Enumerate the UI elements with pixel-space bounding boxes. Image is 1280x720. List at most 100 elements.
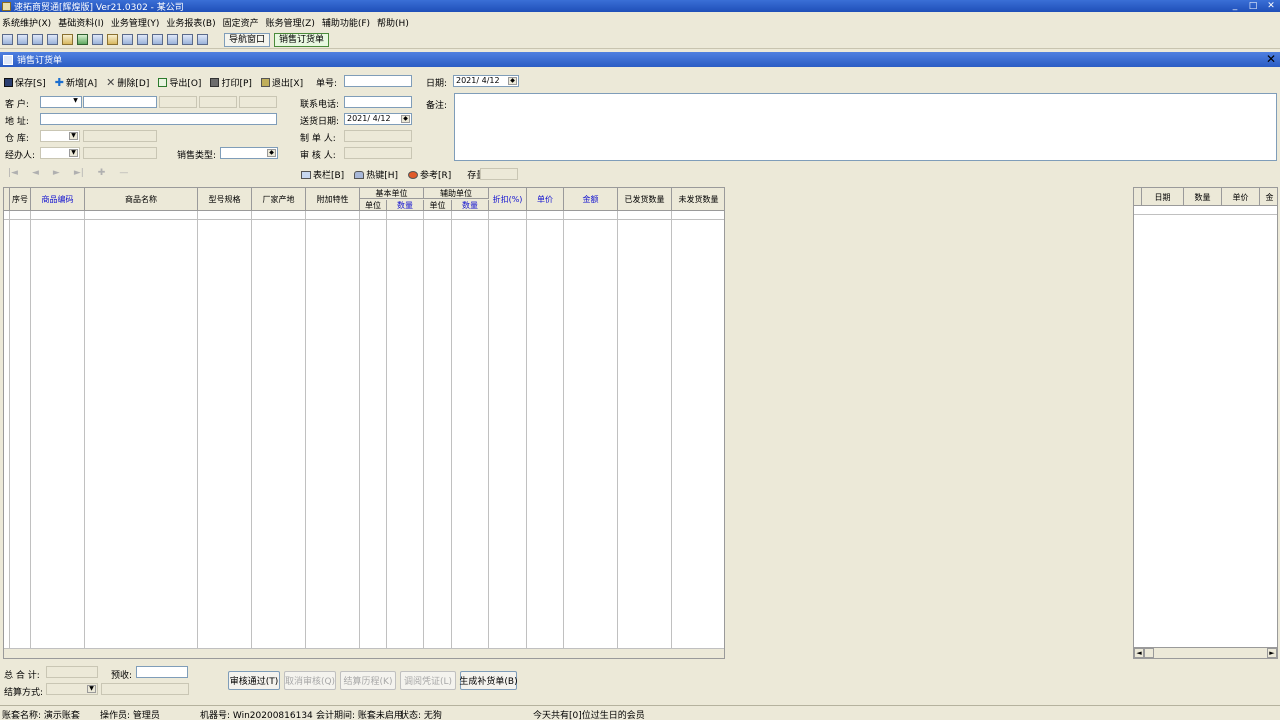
menu-tools[interactable]: 辅助功能(F)	[322, 16, 370, 29]
menu-reports[interactable]: 业务报表(B)	[166, 16, 215, 29]
history-hscrollbar[interactable]: ◄ ►	[1134, 647, 1277, 658]
report-icon[interactable]	[62, 34, 73, 45]
sales-type-select[interactable]: ◆	[220, 147, 278, 159]
refresh-icon[interactable]	[77, 34, 88, 45]
customer-select[interactable]: ▼	[40, 96, 82, 108]
cancel-approve-button[interactable]: 取消审核(Q)	[284, 671, 336, 690]
hotkey-button[interactable]: 热键[H]	[354, 168, 398, 181]
exit-icon	[260, 77, 270, 87]
delete-button[interactable]: ✕ 删除[D]	[106, 76, 149, 89]
minimize-icon[interactable]: _	[1228, 1, 1242, 11]
remark-textarea[interactable]	[454, 93, 1277, 161]
chevron-down-icon[interactable]: ▼	[87, 685, 96, 693]
first-record-icon[interactable]: |◄	[8, 168, 18, 178]
col-aux-unit[interactable]: 单位	[424, 200, 452, 211]
list-icon[interactable]	[17, 34, 28, 45]
order-no-field[interactable]	[344, 75, 412, 87]
last-record-icon[interactable]: ►|	[74, 168, 84, 178]
history-col-date[interactable]: 日期	[1142, 188, 1184, 206]
settle-detail	[101, 683, 189, 695]
menu-help[interactable]: 帮助(H)	[377, 16, 409, 29]
settle-select[interactable]: ▼	[46, 683, 98, 695]
delete-row-icon[interactable]: —	[119, 168, 128, 178]
scroll-right-icon[interactable]: ►	[1267, 648, 1277, 658]
settle-history-button[interactable]: 结算历程(K)	[340, 671, 396, 690]
prepay-field[interactable]	[136, 666, 188, 678]
address-label: 地 址:	[5, 117, 29, 127]
col-origin[interactable]: 厂家产地	[252, 188, 306, 211]
date-picker[interactable]: 2021/ 4/12 ◆	[453, 75, 519, 87]
history-col-qty[interactable]: 数量	[1184, 188, 1222, 206]
menu-system[interactable]: 系统维护(X)	[2, 16, 51, 29]
user-icon[interactable]	[92, 34, 103, 45]
col-qty[interactable]: 数量	[387, 200, 424, 211]
maximize-icon[interactable]: □	[1246, 1, 1260, 11]
col-spec[interactable]: 型号规格	[198, 188, 252, 211]
transfer-icon[interactable]	[107, 34, 118, 45]
approve-button[interactable]: 审核通过(T)	[228, 671, 280, 690]
menu-fixed-assets[interactable]: 固定资产	[223, 16, 259, 29]
history-col-amount[interactable]: 金	[1260, 188, 1277, 206]
col-code[interactable]: 商品编码	[31, 188, 85, 211]
exit-door-icon[interactable]	[197, 34, 208, 45]
col-price[interactable]: 单价	[527, 188, 564, 211]
col-unit[interactable]: 单位	[360, 200, 387, 211]
remark-label: 备注:	[426, 101, 448, 111]
columns-button[interactable]: 表栏[B]	[301, 168, 344, 181]
order-lines-grid[interactable]: 序号 商品编码 商品名称 型号规格 厂家产地 附加特性 基本单位 单位 数量 辅…	[3, 187, 725, 659]
chevron-down-icon[interactable]: ▼	[69, 132, 78, 140]
menu-basic-data[interactable]: 基础资料(I)	[58, 16, 104, 29]
col-amount[interactable]: 金额	[564, 188, 618, 211]
scroll-left-icon[interactable]: ◄	[1134, 648, 1144, 658]
chevron-down-icon[interactable]: ◆	[267, 149, 276, 157]
date-spin-icon[interactable]: ◆	[401, 115, 410, 123]
phone-field[interactable]	[344, 96, 412, 108]
exit-button[interactable]: 退出[X]	[260, 76, 303, 89]
next-record-icon[interactable]: ►	[53, 168, 60, 178]
menu-business[interactable]: 业务管理(Y)	[111, 16, 160, 29]
col-seq[interactable]: 序号	[10, 188, 31, 211]
monitor-icon[interactable]	[47, 34, 58, 45]
col-extra[interactable]: 附加特性	[306, 188, 360, 211]
menu-accounts[interactable]: 账务管理(Z)	[266, 16, 315, 29]
insert-row-icon[interactable]: ✚	[98, 168, 106, 178]
print-button[interactable]: 打印[P]	[210, 76, 252, 89]
col-unshipped[interactable]: 未发货数量	[672, 188, 724, 211]
tab-navigation[interactable]: 导航窗口	[224, 32, 271, 47]
help-icon[interactable]	[182, 34, 193, 45]
scroll-thumb[interactable]	[1144, 648, 1154, 658]
col-shipped[interactable]: 已发货数量	[618, 188, 672, 211]
close-icon[interactable]: ✕	[1264, 1, 1278, 11]
address-field[interactable]	[40, 113, 277, 125]
col-name[interactable]: 商品名称	[85, 188, 198, 211]
prev-record-icon[interactable]: ◄	[32, 168, 39, 178]
export-button[interactable]: 导出[O]	[158, 76, 201, 89]
chevron-down-icon[interactable]: ▼	[71, 98, 80, 106]
delivery-date-picker[interactable]: 2021/ 4/12 ◆	[344, 113, 412, 125]
date-spin-icon[interactable]: ◆	[508, 77, 517, 85]
col-aux-qty[interactable]: 数量	[452, 200, 489, 211]
child-close-icon[interactable]: ✕	[1266, 52, 1276, 66]
reference-button[interactable]: 参考[R]	[408, 168, 451, 181]
settings-icon[interactable]	[122, 34, 133, 45]
save-disk-icon[interactable]	[152, 34, 163, 45]
save-button[interactable]: 保存[S]	[4, 76, 46, 89]
customer-name-field[interactable]	[83, 96, 157, 108]
date-label: 日期:	[426, 79, 448, 89]
generate-replenish-button[interactable]: 生成补货单(B)	[459, 671, 518, 690]
delivery-date-value: 2021/ 4/12	[347, 114, 391, 123]
view-voucher-button[interactable]: 调阅凭证(L)	[400, 671, 456, 690]
window-icon[interactable]	[2, 34, 13, 45]
card-icon[interactable]	[137, 34, 148, 45]
history-grid[interactable]: 日期 数量 单价 金 ◄ ►	[1133, 187, 1278, 659]
warehouse-select[interactable]: ▼	[40, 130, 80, 142]
col-discount[interactable]: 折扣(%)	[489, 188, 527, 211]
tab-sales-order[interactable]: 销售订货单	[274, 32, 330, 47]
export-label: 导出[O]	[169, 78, 202, 89]
document-icon[interactable]	[32, 34, 43, 45]
handler-select[interactable]: ▼	[40, 147, 80, 159]
printer-icon[interactable]	[167, 34, 178, 45]
add-button[interactable]: ✚ 新增[A]	[55, 76, 97, 89]
chevron-down-icon[interactable]: ▼	[69, 149, 78, 157]
history-col-price[interactable]: 单价	[1222, 188, 1260, 206]
